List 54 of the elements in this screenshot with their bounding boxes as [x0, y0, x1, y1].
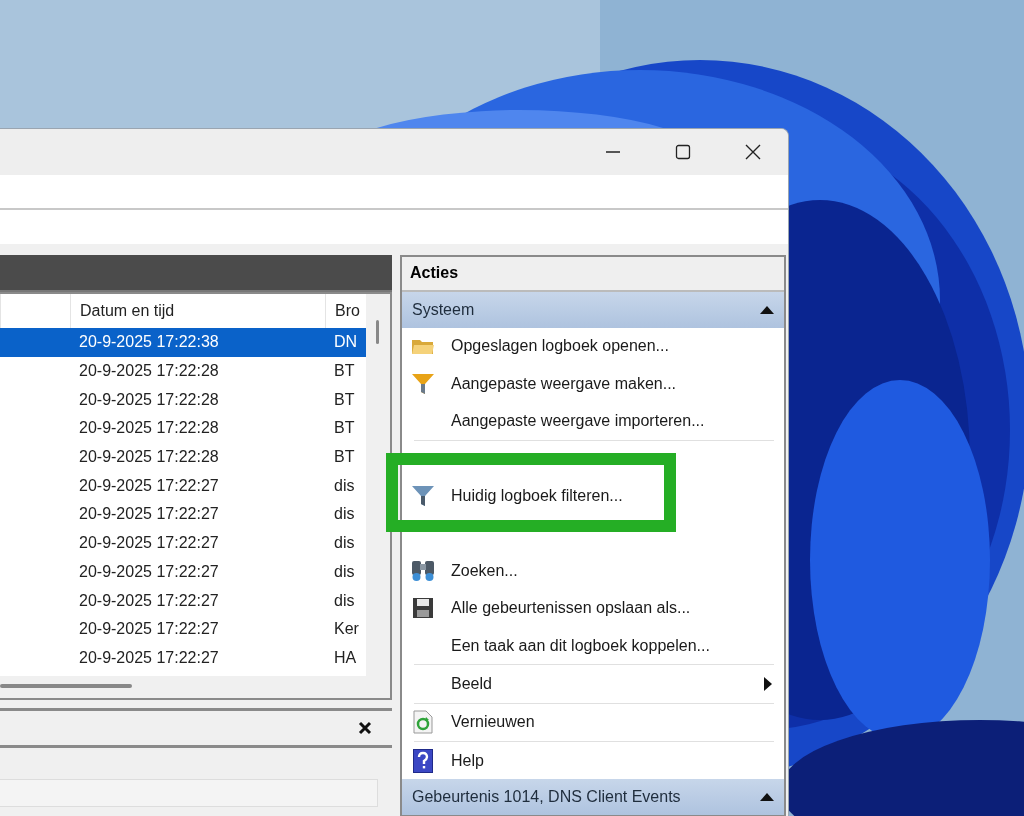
- table-cell-text: 20-9-2025 17:22:28: [78, 361, 220, 382]
- action-item[interactable]: Beeld: [402, 665, 784, 703]
- table-row[interactable]: 20-9-2025 17:22:38 DN: [0, 328, 366, 357]
- table-cell-text: dis: [333, 504, 356, 525]
- table-cell-text: 20-9-2025 17:22:28: [78, 389, 220, 410]
- action-item[interactable]: Help: [402, 741, 784, 780]
- table-cell-text: 20-9-2025 17:22:38: [78, 332, 220, 353]
- action-item[interactable]: Een taak aan dit logboek koppelen...: [402, 627, 784, 665]
- close-icon[interactable]: [358, 721, 372, 735]
- horizontal-scrollbar[interactable]: [0, 676, 390, 698]
- table-cell-text: Ker: [333, 619, 360, 640]
- table-cell-text: DN: [333, 332, 359, 353]
- action-item[interactable]: Huidig logboek filteren...: [402, 477, 784, 516]
- table-cell-text: 20-9-2025 17:22:27: [78, 561, 220, 582]
- table-cell-text: dis: [333, 590, 356, 611]
- table-cell-text: 20-9-2025 17:22:27: [78, 504, 220, 525]
- action-item[interactable]: Zoeken...: [402, 552, 784, 590]
- refresh-document-icon: [412, 710, 434, 735]
- action-item[interactable]: Vernieuwen: [402, 703, 784, 741]
- collapse-arrow-icon[interactable]: [760, 305, 774, 314]
- table-cell-text: 20-9-2025 17:22:28: [78, 447, 220, 468]
- section-title: Gebeurtenis 1014, DNS Client Events: [412, 788, 681, 807]
- panel-title: Acties: [402, 257, 784, 292]
- section-header[interactable]: Gebeurtenis 1014, DNS Client Events: [402, 779, 784, 815]
- table-cell-text: 20-9-2025 17:22:27: [78, 533, 220, 554]
- table-cell-text: BT: [333, 389, 356, 410]
- table-cell-text: 20-9-2025 17:22:27: [78, 475, 220, 496]
- minimize-icon: [605, 151, 621, 153]
- table-cell-text: 20-9-2025 17:22:27: [78, 590, 220, 611]
- binoculars-icon: [410, 559, 436, 584]
- table-cell-text: dis: [333, 561, 356, 582]
- table-cell-text: 20-9-2025 17:22:27: [78, 619, 220, 640]
- table-cell-text: HA: [333, 647, 358, 668]
- table-cell-text: dis: [333, 475, 356, 496]
- funnel-icon: [411, 371, 435, 396]
- section-title: Systeem: [412, 300, 475, 319]
- table-cell-text: BT: [333, 361, 356, 382]
- section-header[interactable]: Systeem: [402, 291, 784, 328]
- funnel-icon: [411, 484, 435, 509]
- collapse-arrow-icon[interactable]: [760, 793, 774, 802]
- close-icon: [745, 144, 761, 160]
- action-item[interactable]: Alle gebeurtenissen opslaan als...: [402, 589, 784, 627]
- table-cell-text: 20-9-2025 17:22:27: [78, 647, 220, 668]
- table-cell-text: BT: [333, 418, 356, 439]
- table-cell-text: 20-9-2025 17:22:28: [78, 418, 220, 439]
- maximize-icon: [675, 144, 691, 160]
- help-icon: [413, 748, 433, 773]
- action-item[interactable]: Aangepaste weergave maken...: [402, 364, 784, 403]
- vertical-scrollbar[interactable]: [366, 294, 390, 676]
- action-item[interactable]: Aangepaste weergave importeren...: [402, 402, 784, 440]
- submenu-arrow-icon: [764, 676, 772, 691]
- action-item[interactable]: Opgeslagen logboek openen...: [402, 327, 784, 365]
- table-cell-text: BT: [333, 447, 356, 468]
- table-cell-text: dis: [333, 533, 356, 554]
